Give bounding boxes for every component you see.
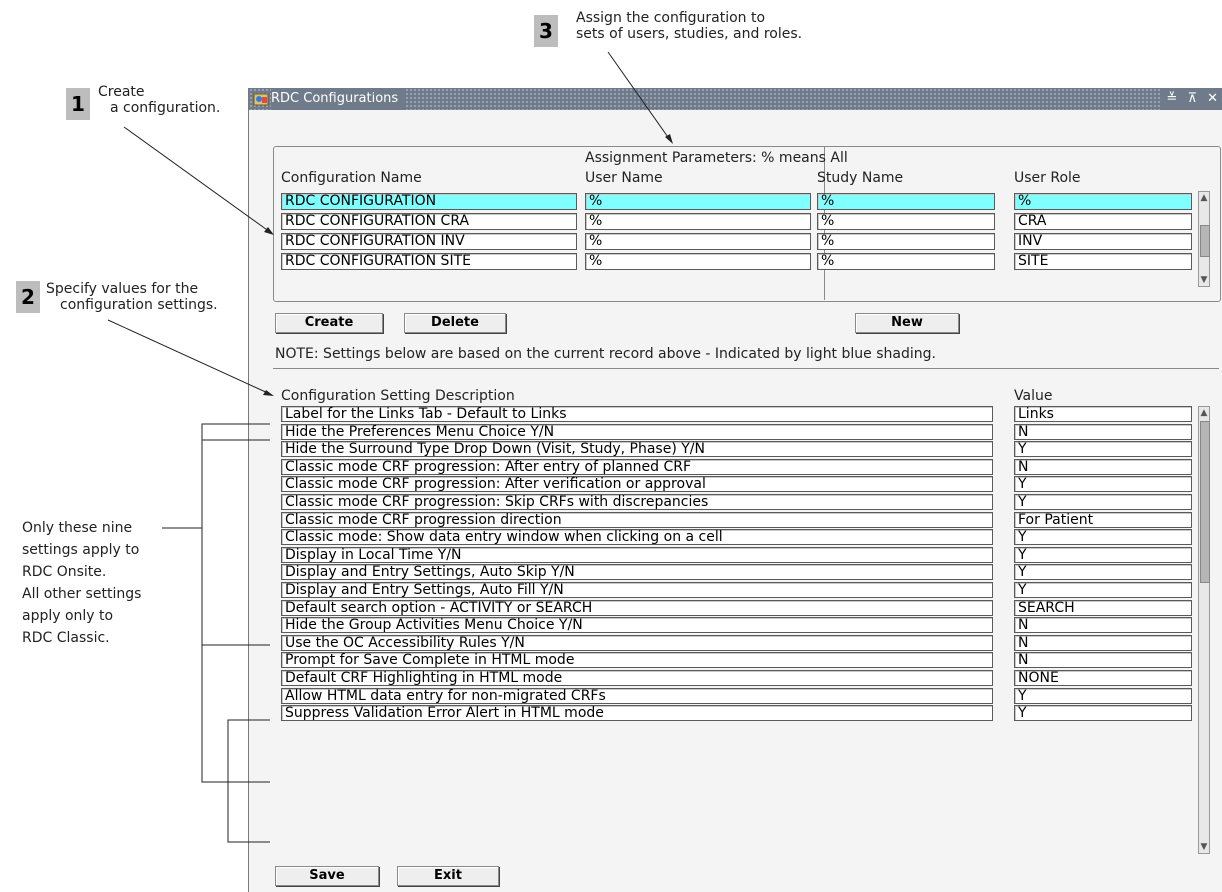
annotation-lines	[107, 51, 673, 843]
